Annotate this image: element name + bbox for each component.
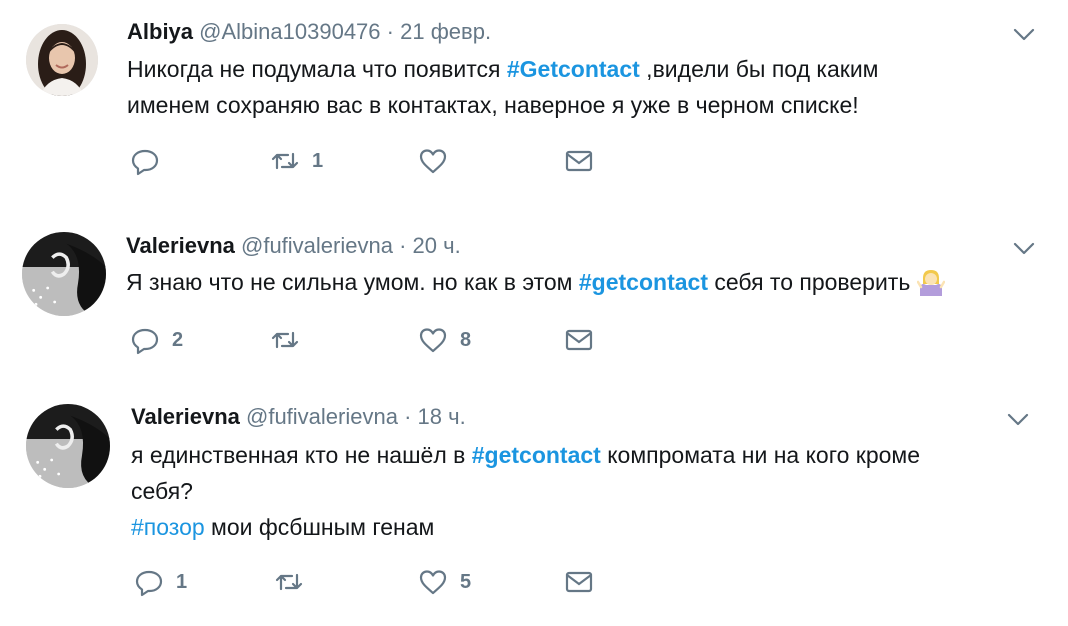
like-button[interactable]: 5 [418, 567, 471, 597]
retweet-button[interactable]: 1 [270, 146, 323, 176]
separator-dot: · [404, 404, 412, 429]
dm-button[interactable] [564, 146, 594, 176]
reply-icon [131, 328, 159, 355]
tweet: Valerievna @fufivalerievna · 18 ч. я еди… [0, 382, 1068, 626]
tweet: Valerievna @fufivalerievna · 20 ч. Я зна… [0, 210, 1068, 380]
tweet-actions: 2 8 [130, 325, 610, 355]
like-count: 5 [460, 570, 472, 593]
text-segment: компромата ни на кого кроме [600, 442, 921, 468]
woman-shrugging-emoji [916, 268, 945, 296]
envelope-icon [565, 329, 593, 351]
tweet-text-line: именем сохраняю вас в контактах, наверно… [127, 87, 878, 123]
avatar-photo [26, 24, 98, 96]
tweet-text: я единственная кто не нашёл в #getcontac… [131, 437, 920, 545]
reply-icon [131, 149, 159, 176]
text-segment: Я знаю что не сильна умом. но как в этом [126, 269, 579, 295]
display-name[interactable]: Valerievna [131, 404, 240, 429]
retweet-icon [271, 331, 299, 349]
tweet-actions: 1 5 [134, 567, 614, 597]
tweet-text-line: себя? [131, 473, 920, 509]
heart-icon [419, 328, 447, 353]
hashtag-link[interactable]: #позор [131, 514, 205, 540]
retweet-icon [275, 573, 303, 591]
envelope-icon [565, 571, 593, 593]
chevron-down-icon[interactable] [1006, 407, 1030, 431]
display-name[interactable]: Valerievna [126, 233, 235, 258]
tweet-header: Valerievna @fufivalerievna · 20 ч. [126, 232, 461, 260]
retweet-count: 1 [312, 149, 324, 172]
dm-button[interactable] [564, 325, 594, 355]
reply-button[interactable] [130, 146, 172, 176]
chevron-down-icon[interactable] [1012, 236, 1036, 260]
user-handle[interactable]: @fufivalerievna [246, 404, 398, 429]
user-handle[interactable]: @fufivalerievna [241, 233, 393, 258]
text-segment: мои фсбшным генам [204, 514, 435, 540]
retweet-icon [271, 152, 299, 170]
user-handle[interactable]: @Albina10390476 [199, 19, 380, 44]
tweet-text-line: #позор мои фсбшным генам [131, 509, 920, 545]
avatar[interactable] [26, 24, 98, 96]
like-button[interactable]: 8 [418, 325, 471, 355]
hashtag-link[interactable]: #getcontact [579, 269, 708, 295]
tweet-text: Никогда не подумала что появится #Getcon… [127, 51, 878, 123]
text-segment: ,видели бы под каким [639, 56, 879, 82]
text-segment: я единственная кто не нашёл в [131, 442, 472, 468]
text-segment: Никогда не подумала что появится [127, 56, 507, 82]
reply-count: 1 [176, 570, 188, 593]
tweet-actions: 1 [130, 146, 610, 176]
tweet-text-line: Никогда не подумала что появится #Getcon… [127, 51, 878, 87]
avatar-photo [26, 404, 110, 488]
hashtag-link[interactable]: #getcontact [472, 442, 601, 468]
text-segment: именем сохраняю вас в контактах, наверно… [127, 92, 859, 118]
tweet: Albiya @Albina10390476 · 21 февр. Никогд… [0, 0, 1068, 200]
retweet-button[interactable] [270, 325, 312, 355]
reply-button[interactable]: 1 [134, 567, 187, 597]
tweet-header: Valerievna @fufivalerievna · 18 ч. [131, 403, 466, 431]
avatar[interactable] [26, 404, 110, 488]
tweet-header: Albiya @Albina10390476 · 21 февр. [127, 18, 491, 46]
envelope-icon [565, 150, 593, 172]
separator-dot: · [386, 19, 394, 44]
tweet-feed: Albiya @Albina10390476 · 21 февр. Никогд… [0, 0, 1068, 626]
heart-icon [419, 149, 447, 174]
chevron-down-icon[interactable] [1012, 22, 1036, 46]
avatar-photo [22, 232, 106, 316]
reply-icon [135, 570, 163, 597]
tweet-text: Я знаю что не сильна умом. но как в этом… [126, 264, 945, 300]
like-button[interactable] [418, 146, 460, 176]
dm-button[interactable] [564, 567, 594, 597]
display-name[interactable]: Albiya [127, 19, 193, 44]
tweet-text-line: я единственная кто не нашёл в #getcontac… [131, 437, 920, 473]
timestamp[interactable]: 21 февр. [400, 19, 491, 44]
retweet-button[interactable] [274, 567, 316, 597]
like-count: 8 [460, 328, 472, 351]
text-segment: себя то проверить [707, 269, 917, 295]
timestamp[interactable]: 18 ч. [418, 404, 466, 429]
timestamp[interactable]: 20 ч. [413, 233, 461, 258]
reply-count: 2 [172, 328, 184, 351]
tweet-text-line: Я знаю что не сильна умом. но как в этом… [126, 264, 945, 300]
separator-dot: · [399, 233, 407, 258]
reply-button[interactable]: 2 [130, 325, 183, 355]
heart-icon [419, 570, 447, 595]
avatar[interactable] [22, 232, 106, 316]
hashtag-link[interactable]: #Getcontact [507, 56, 640, 82]
text-segment: себя? [131, 478, 193, 504]
